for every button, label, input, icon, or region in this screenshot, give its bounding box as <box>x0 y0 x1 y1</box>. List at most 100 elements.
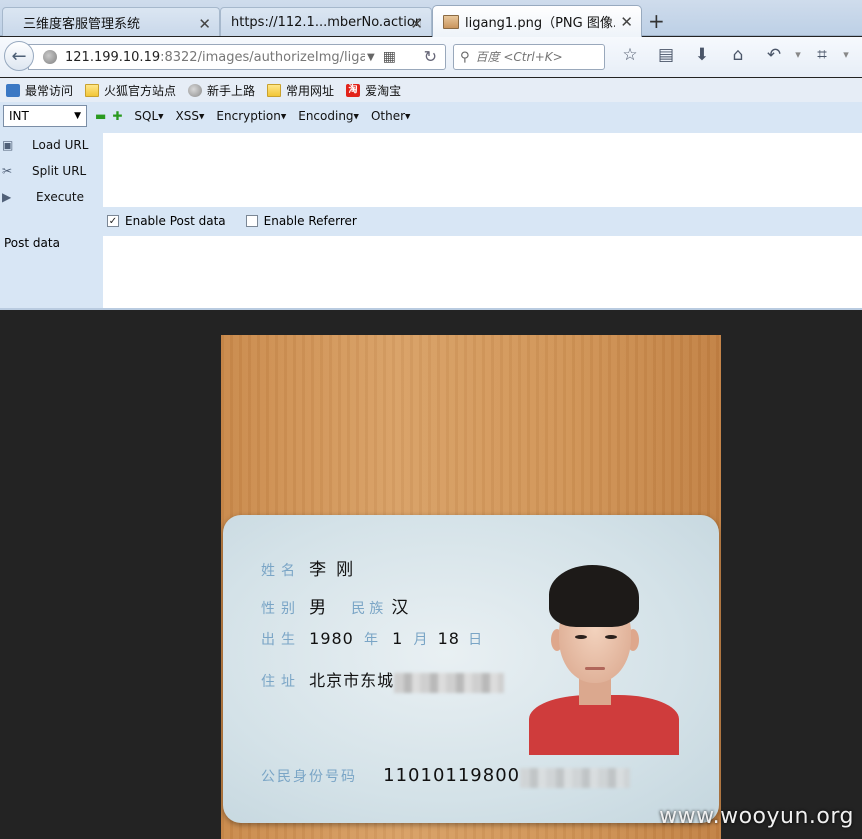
tab-ligang-png[interactable]: ligang1.png（PNG 图像... ✕ <box>432 5 642 37</box>
chevron-down-icon[interactable]: ▼ <box>367 52 375 63</box>
url-text[interactable]: 121.199.10.19:8322/images/authorizeImg/l… <box>65 50 365 65</box>
menu-encryption[interactable]: Encryption▼ <box>216 109 286 123</box>
chevron-down-icon[interactable]: ▾ <box>840 45 852 65</box>
name-label: 姓名 <box>261 563 301 579</box>
enable-post-checkbox[interactable]: ✓ <box>107 215 119 227</box>
menu-label: XSS <box>175 109 200 123</box>
ethnic-value: 汉 <box>391 598 412 618</box>
back-button[interactable]: ← <box>4 41 34 71</box>
type-select[interactable]: INT ▼ <box>3 105 87 127</box>
bookmark-label: 火狐官方站点 <box>104 83 177 98</box>
search-bar[interactable]: ⚲ <box>453 44 605 70</box>
address-label: 住址 <box>261 674 301 690</box>
menu-label: Other <box>370 109 406 123</box>
portrait-photo <box>529 565 689 755</box>
plus-icon[interactable]: ✚ <box>112 109 122 123</box>
blue-icon <box>6 83 20 97</box>
sex-row: 性别 男 民族 汉 <box>261 593 411 618</box>
image-icon <box>443 14 459 29</box>
download-icon[interactable]: ⬇ <box>684 45 720 65</box>
nav-toolbar-icons: ☆ ▤ ⬇ ⌂ ↶ ▾ ⌗ ▾ <box>612 45 852 65</box>
bookmark-common-sites[interactable]: 常用网址 <box>267 82 334 99</box>
name-value: 李刚 <box>309 560 364 580</box>
bookmark-taobao[interactable]: 淘 爱淘宝 <box>346 82 401 99</box>
load-url-icon: ▣ <box>2 138 14 152</box>
bookmark-label: 新手上路 <box>207 83 256 98</box>
reading-list-icon[interactable]: ▤ <box>648 45 684 65</box>
url-path: :8322/images/authorizeImg/ligang1.p <box>160 49 365 65</box>
tab-title: 三维度客服管理系统 <box>23 16 141 32</box>
split-url-icon: ✂ <box>2 164 13 178</box>
search-input[interactable] <box>475 50 586 64</box>
post-data-textarea[interactable] <box>103 236 862 308</box>
bookmark-firefox-site[interactable]: 火狐官方站点 <box>85 82 176 99</box>
globe-icon <box>43 50 57 64</box>
new-tab-button[interactable]: + <box>648 9 665 33</box>
enable-referrer-label: Enable Referrer <box>263 214 357 228</box>
portrait-hair <box>549 565 639 627</box>
home-icon[interactable]: ⌂ <box>720 45 756 65</box>
close-icon[interactable]: ✕ <box>198 15 211 33</box>
folder-icon <box>85 83 100 97</box>
bookmark-label: 最常访问 <box>25 83 74 98</box>
tab-bar: 三维度客服管理系统 ✕ https://112.1...mberNo.actio… <box>0 0 862 37</box>
tab-action-url[interactable]: https://112.1...mberNo.action ✕ <box>220 7 432 36</box>
crop-icon[interactable]: ⌗ <box>804 45 840 65</box>
split-url-label: Split URL <box>32 164 87 178</box>
bookmark-getting-started[interactable]: 新手上路 <box>188 82 255 99</box>
caret-icon: ▼ <box>353 112 359 121</box>
birth-label: 出生 <box>261 632 301 648</box>
watermark: www.wooyun.org <box>659 804 854 829</box>
bookmark-star-icon[interactable]: ☆ <box>612 45 648 65</box>
id-card: 姓名 李刚 性别 男 民族 汉 出生 1980 年 1 月 18 日 住址 北京… <box>223 515 719 823</box>
caret-icon: ▼ <box>199 112 205 121</box>
chevron-down-icon[interactable]: ▾ <box>792 45 804 65</box>
search-icon: ⚲ <box>460 49 470 65</box>
bookmark-label: 爱淘宝 <box>365 83 402 98</box>
id-number-label: 公民身份号码 <box>261 769 357 785</box>
hackbar-panel: INT ▼ ▬ ✚ SQL▼ XSS▼ Encryption▼ Encoding… <box>0 102 862 310</box>
execute-button[interactable]: ▶ Execute <box>0 184 103 210</box>
taobao-icon: 淘 <box>346 83 361 97</box>
address-value: 北京市东城 <box>309 671 395 690</box>
hackbar-toolbar: INT ▼ ▬ ✚ SQL▼ XSS▼ Encryption▼ Encoding… <box>0 102 862 130</box>
menu-xss[interactable]: XSS▼ <box>176 109 205 123</box>
address-row: 住址 北京市东城 <box>261 667 505 693</box>
caret-icon: ▼ <box>405 112 411 121</box>
chevron-down-icon: ▼ <box>74 111 81 121</box>
close-icon[interactable]: ✕ <box>410 15 423 33</box>
menu-sql[interactable]: SQL▼ <box>134 109 163 123</box>
portrait-eye <box>605 635 617 639</box>
menu-other[interactable]: Other▼ <box>371 109 410 123</box>
url-textarea[interactable] <box>103 133 862 207</box>
load-url-label: Load URL <box>32 138 89 152</box>
menu-encoding[interactable]: Encoding▼ <box>298 109 359 123</box>
sex-value: 男 <box>309 598 330 618</box>
reload-icon[interactable]: ↻ <box>424 47 437 66</box>
split-url-button[interactable]: ✂ Split URL <box>0 158 103 184</box>
birth-month: 1 <box>392 629 404 648</box>
tab-customer-system[interactable]: 三维度客服管理系统 ✕ <box>2 7 220 36</box>
bookmark-most-visited[interactable]: 最常访问 <box>6 82 73 99</box>
url-bar[interactable]: 121.199.10.19:8322/images/authorizeImg/l… <box>28 44 446 70</box>
navigation-bar: 121.199.10.19:8322/images/authorizeImg/l… <box>0 37 862 77</box>
birth-year: 1980 <box>309 629 354 648</box>
name-row: 姓名 李刚 <box>261 555 363 580</box>
birth-day: 18 <box>437 629 460 648</box>
close-icon[interactable]: ✕ <box>620 13 633 31</box>
year-char: 年 <box>364 632 378 648</box>
id-card-photo[interactable]: 姓名 李刚 性别 男 民族 汉 出生 1980 年 1 月 18 日 住址 北京… <box>221 335 721 839</box>
undo-icon[interactable]: ↶ <box>756 45 792 65</box>
id-number-row: 公民身份号码 11010119800 <box>261 765 631 788</box>
portrait-mouth <box>585 667 605 670</box>
bookmark-label: 常用网址 <box>286 83 335 98</box>
load-url-button[interactable]: ▣ Load URL <box>0 132 103 158</box>
minus-icon[interactable]: ▬ <box>95 109 106 123</box>
enable-referrer-checkbox[interactable] <box>245 215 258 227</box>
folder-icon <box>267 83 282 97</box>
redaction-blur <box>394 672 505 693</box>
menu-label: SQL <box>134 109 159 123</box>
bookmarks-bar: 最常访问 火狐官方站点 新手上路 常用网址 淘 爱淘宝 <box>0 78 862 102</box>
execute-label: Execute <box>36 190 84 204</box>
qr-code-icon[interactable]: ▦ <box>383 49 396 65</box>
